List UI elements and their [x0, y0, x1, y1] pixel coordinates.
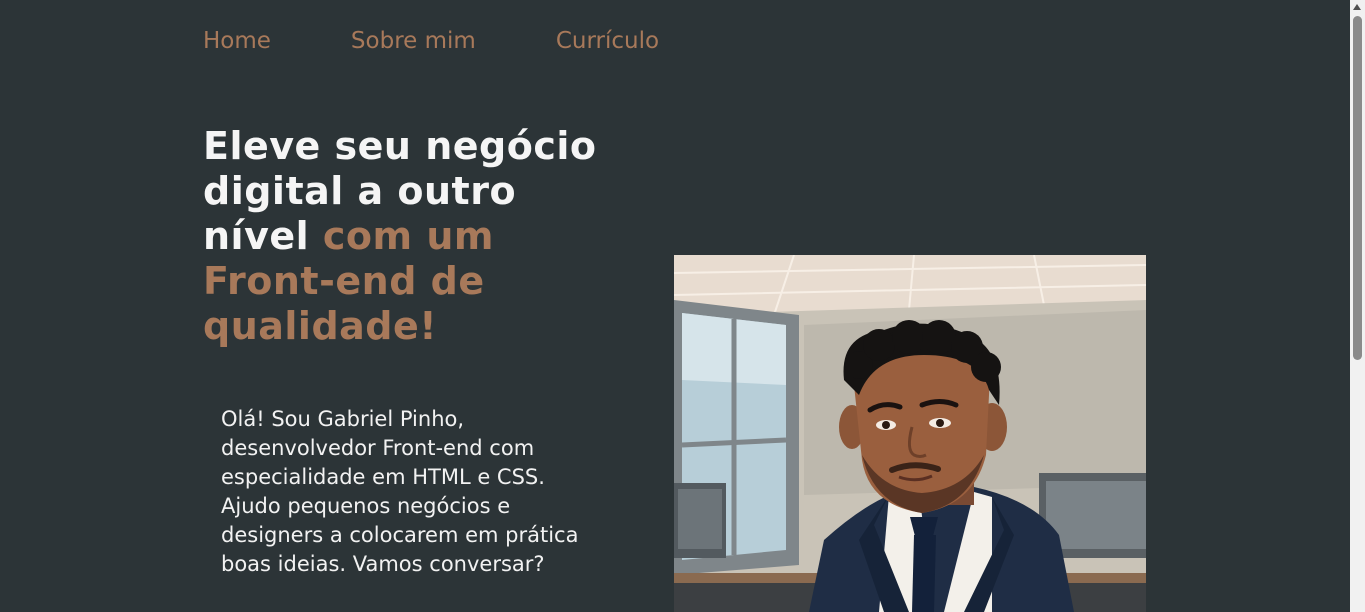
- nav-link-home[interactable]: Home: [203, 26, 271, 56]
- profile-illustration: [674, 255, 1146, 612]
- hero-intro: Olá! Sou Gabriel Pinho, desenvolvedor Fr…: [221, 407, 579, 576]
- scrollbar-thumb[interactable]: [1353, 16, 1362, 360]
- nav-link-about[interactable]: Sobre mim: [351, 26, 476, 56]
- main-nav: Home Sobre mim Currículo: [203, 26, 659, 56]
- hero-headline: Eleve seu negócio digital a outro nível …: [203, 124, 623, 349]
- page: Home Sobre mim Currículo Eleve seu negóc…: [0, 0, 1365, 612]
- vertical-scrollbar[interactable]: [1350, 0, 1365, 612]
- scroll-up-arrow-icon[interactable]: [1353, 4, 1361, 10]
- nav-link-resume[interactable]: Currículo: [556, 26, 659, 56]
